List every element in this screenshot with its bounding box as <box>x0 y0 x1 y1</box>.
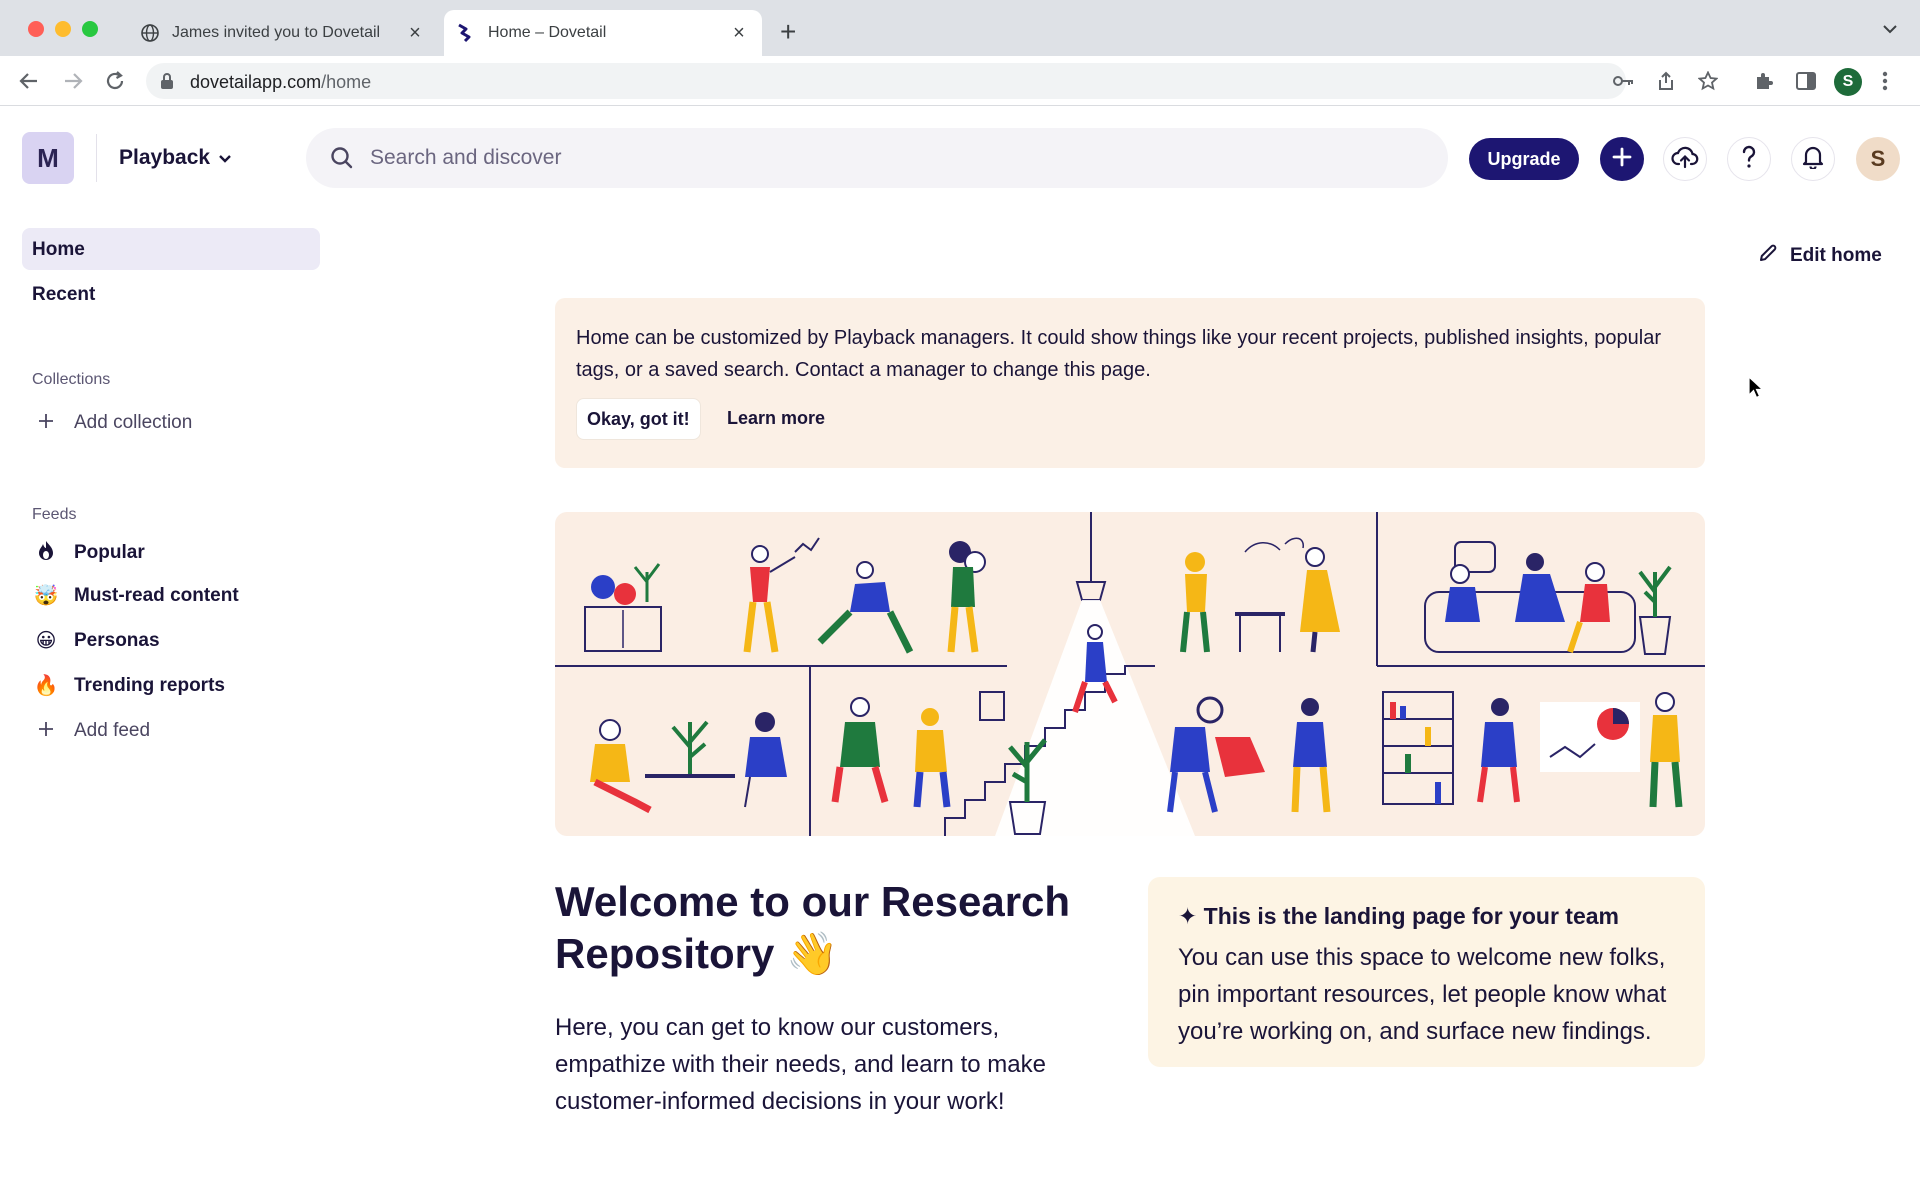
window-minimize-button[interactable] <box>55 21 71 37</box>
search-input[interactable] <box>370 142 1370 174</box>
intro-paragraph: Here, you can get to know our customers,… <box>555 1014 1046 1115</box>
feeds-heading: Feeds <box>32 506 77 523</box>
edit-home-button[interactable]: Edit home <box>1758 243 1882 269</box>
feed-label: Personas <box>74 630 160 651</box>
cloud-upload-icon <box>1671 145 1699 174</box>
feed-item-popular[interactable]: Popular <box>32 540 145 566</box>
edit-home-label: Edit home <box>1790 245 1882 266</box>
okay-got-it-button[interactable]: Okay, got it! <box>576 398 701 440</box>
create-new-button[interactable] <box>1600 137 1644 181</box>
collections-heading: Collections <box>32 371 111 388</box>
search-icon <box>330 146 354 175</box>
fire-emoji-icon: 🔥 <box>33 675 59 697</box>
browser-profile-avatar[interactable]: S <box>1834 68 1862 96</box>
user-avatar[interactable]: S <box>1856 137 1900 181</box>
mind-blown-emoji-icon: 🤯 <box>33 585 59 607</box>
add-collection-label: Add collection <box>74 412 193 433</box>
upgrade-button[interactable]: Upgrade <box>1469 138 1579 180</box>
lock-icon <box>160 72 174 95</box>
browser-toolbar: dovetailapp.com/home <box>0 56 1920 106</box>
bell-icon <box>1802 145 1824 174</box>
plus-icon <box>1611 146 1633 173</box>
feed-label: Popular <box>74 542 145 563</box>
workspace-switcher[interactable]: Playback <box>119 146 232 170</box>
feed-item-trending-reports[interactable]: 🔥 Trending reports <box>32 675 225 697</box>
window-zoom-button[interactable] <box>82 21 98 37</box>
url-path: /home <box>321 72 372 92</box>
new-tab-button[interactable]: + <box>780 18 796 46</box>
browser-menu-icon[interactable] <box>1882 70 1888 97</box>
url-text: dovetailapp.com/home <box>190 72 371 93</box>
tab-close-icon[interactable]: × <box>404 22 426 45</box>
grinning-face-emoji-icon: 😀 <box>35 630 57 652</box>
upload-button[interactable] <box>1663 137 1707 181</box>
team-illustration <box>555 512 1705 836</box>
question-mark-icon <box>1741 145 1757 174</box>
back-arrow-icon[interactable] <box>16 68 42 94</box>
url-host: dovetailapp.com <box>190 72 322 92</box>
workspace-name: Playback <box>119 146 211 169</box>
feed-label: Trending reports <box>74 675 225 696</box>
feed-item-must-read[interactable]: 🤯 Must-read content <box>32 585 239 607</box>
welcome-heading: Welcome to our Research Repository 👋 <box>555 878 1071 977</box>
sidebar-item-recent[interactable]: Recent <box>32 284 95 306</box>
add-feed-button[interactable]: Add feed <box>32 720 150 742</box>
mouse-pointer-icon <box>1748 375 1765 405</box>
browser-tab-invite[interactable]: James invited you to Dovetail × <box>128 10 438 56</box>
sidebar-item-home[interactable]: Home <box>32 239 85 261</box>
help-button[interactable] <box>1727 137 1771 181</box>
add-feed-label: Add feed <box>74 720 151 741</box>
tab-search-chevron-icon[interactable] <box>1882 22 1898 40</box>
tab-title: Home – Dovetail <box>488 24 607 41</box>
tab-title: James invited you to Dovetail <box>172 24 381 41</box>
notifications-button[interactable] <box>1791 137 1835 181</box>
pencil-icon <box>1758 243 1778 269</box>
window-close-button[interactable] <box>28 21 44 37</box>
browser-tab-bar: James invited you to Dovetail × Home – D… <box>0 0 1920 56</box>
side-panel-icon[interactable] <box>1794 69 1818 93</box>
callout-body: You can use this space to welcome new fo… <box>1178 944 1667 1045</box>
chevron-down-icon <box>218 146 232 170</box>
workspace-avatar[interactable]: M <box>22 132 74 184</box>
plus-icon <box>32 721 60 741</box>
learn-more-link[interactable]: Learn more <box>727 408 825 429</box>
header-divider <box>96 134 97 182</box>
tab-close-icon[interactable]: × <box>728 22 750 45</box>
flame-dark-icon <box>32 540 60 566</box>
address-bar[interactable]: dovetailapp.com/home <box>146 63 1626 99</box>
reload-icon[interactable] <box>102 68 128 94</box>
search-bar[interactable] <box>306 128 1448 188</box>
customize-home-banner: Home can be customized by Playback manag… <box>555 298 1705 468</box>
globe-icon <box>140 23 160 43</box>
feed-item-personas[interactable]: 😀 Personas <box>32 630 160 652</box>
share-icon[interactable] <box>1654 69 1678 93</box>
key-icon[interactable] <box>1612 69 1636 93</box>
bookmark-star-icon[interactable] <box>1696 69 1720 93</box>
forward-arrow-icon[interactable] <box>60 68 86 94</box>
browser-tab-home[interactable]: Home – Dovetail × <box>444 10 762 56</box>
banner-text: Home can be customized by Playback manag… <box>576 327 1662 381</box>
extensions-puzzle-icon[interactable] <box>1752 69 1776 93</box>
callout-title: ✦ This is the landing page for your team <box>1178 903 1619 929</box>
landing-page-callout: ✦ This is the landing page for your team… <box>1148 877 1705 1067</box>
feed-label: Must-read content <box>74 585 239 606</box>
dovetail-logo-icon <box>456 23 476 43</box>
add-collection-button[interactable]: Add collection <box>32 412 192 434</box>
plus-icon <box>32 413 60 433</box>
